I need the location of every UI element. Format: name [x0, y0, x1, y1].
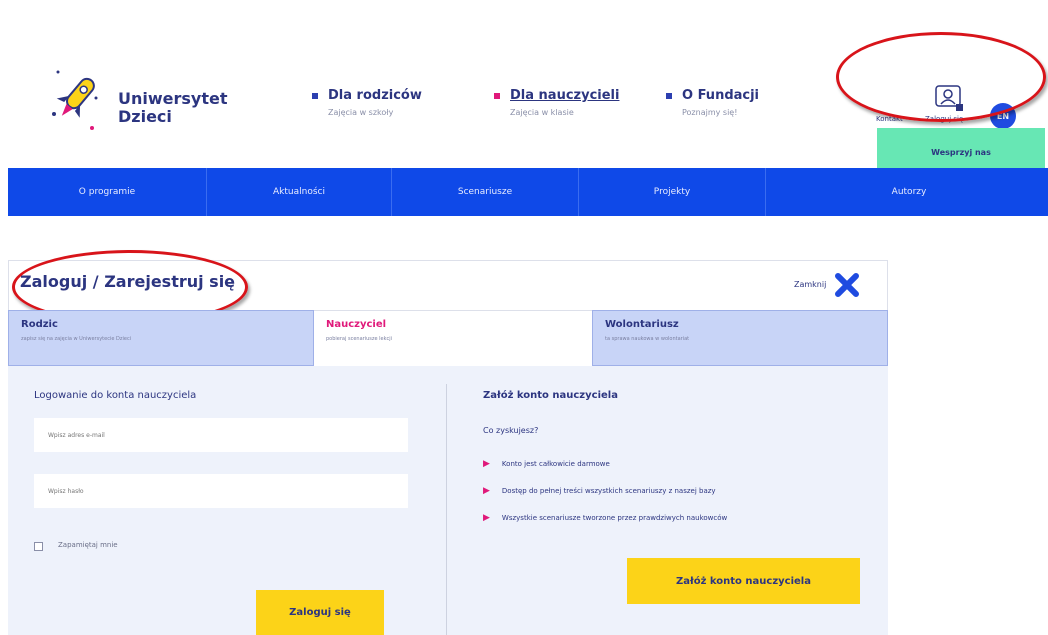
tab-sub: ta sprawa naukowa w wolontariat	[605, 336, 690, 342]
benefit-item: ▶ Konto jest całkowicie darmowe	[483, 459, 610, 469]
tab-wolontariusz[interactable]: Wolontariusz ta sprawa naukowa w wolonta…	[592, 310, 888, 366]
logo-icon[interactable]	[44, 58, 114, 138]
close-icon[interactable]	[834, 272, 860, 298]
register-heading: Załóż konto nauczyciela	[483, 390, 618, 401]
nav-dla-nauczycieli[interactable]: Dla nauczycieli Zajęcia w klasie	[494, 88, 619, 117]
menu-item-aktualnosci[interactable]: Aktualności	[207, 168, 392, 216]
remember-label: Zapamiętaj mnie	[58, 541, 118, 549]
tab-label: Wolontariusz	[605, 319, 679, 330]
benefit-item: ▶ Wszystkie scenariusze tworzone przez p…	[483, 513, 727, 523]
close-label[interactable]: Zamknij	[794, 280, 826, 289]
logo-line1: Uniwersytet	[118, 89, 228, 108]
wesprzyj-button[interactable]: Wesprzyj nas	[877, 128, 1045, 168]
login-button[interactable]: Zaloguj się	[256, 590, 384, 635]
email-input[interactable]	[34, 418, 408, 452]
password-input[interactable]	[34, 474, 408, 508]
nav-dla-rodzicow[interactable]: Dla rodziców Zajęcia w szkoły	[312, 88, 422, 117]
arrow-right-icon: ▶	[483, 486, 490, 496]
login-heading: Logowanie do konta nauczyciela	[34, 390, 197, 401]
main-menu: O programie Aktualności Scenariusze Proj…	[8, 168, 1048, 216]
menu-item-scenariusze[interactable]: Scenariusze	[392, 168, 579, 216]
tab-label: Nauczyciel	[326, 319, 387, 330]
menu-item-o-programie[interactable]: O programie	[8, 168, 207, 216]
menu-item-autorzy[interactable]: Autorzy	[766, 168, 1048, 216]
bullet-icon	[666, 92, 672, 99]
logo-line2: Dzieci	[118, 107, 172, 126]
tab-sub: zapisz się na zajęcia w Uniwersytecie Dz…	[21, 336, 132, 342]
nav-subtitle: Zajęcia w klasie	[510, 108, 574, 117]
tab-label: Rodzic	[21, 319, 58, 330]
tab-sub: pobieraj scenariusze lekcji	[326, 336, 393, 342]
tab-nauczyciel[interactable]: Nauczyciel pobieraj scenariusze lekcji	[314, 310, 592, 366]
logo-text[interactable]: Uniwersytet Dzieci	[118, 90, 228, 126]
nav-title: Dla rodziców	[328, 88, 422, 103]
bullet-icon	[494, 92, 500, 99]
register-subheading: Co zyskujesz?	[483, 426, 539, 435]
column-divider	[446, 384, 447, 635]
benefit-text: Konto jest całkowicie darmowe	[501, 460, 610, 468]
nav-o-fundacji[interactable]: O Fundacji Poznajmy się!	[666, 88, 759, 117]
arrow-right-icon: ▶	[483, 513, 490, 523]
benefit-item: ▶ Dostęp do pełnej treści wszystkich sce…	[483, 486, 716, 496]
nav-title: Dla nauczycieli	[510, 88, 620, 103]
register-button[interactable]: Załóż konto nauczyciela	[627, 558, 860, 604]
nav-subtitle: Zajęcia w szkoły	[328, 108, 394, 117]
benefit-text: Wszystkie scenariusze tworzone przez pra…	[501, 514, 728, 522]
menu-item-projekty[interactable]: Projekty	[579, 168, 766, 216]
bullet-icon	[312, 92, 318, 99]
annotation-ellipse-header	[836, 32, 1046, 122]
arrow-right-icon: ▶	[483, 459, 490, 469]
nav-title: O Fundacji	[682, 88, 760, 103]
nav-subtitle: Poznajmy się!	[682, 108, 738, 117]
tab-rodzic[interactable]: Rodzic zapisz się na zajęcia w Uniwersyt…	[8, 310, 314, 366]
benefit-text: Dostęp do pełnej treści wszystkich scena…	[501, 487, 716, 495]
remember-checkbox[interactable]	[34, 542, 43, 551]
